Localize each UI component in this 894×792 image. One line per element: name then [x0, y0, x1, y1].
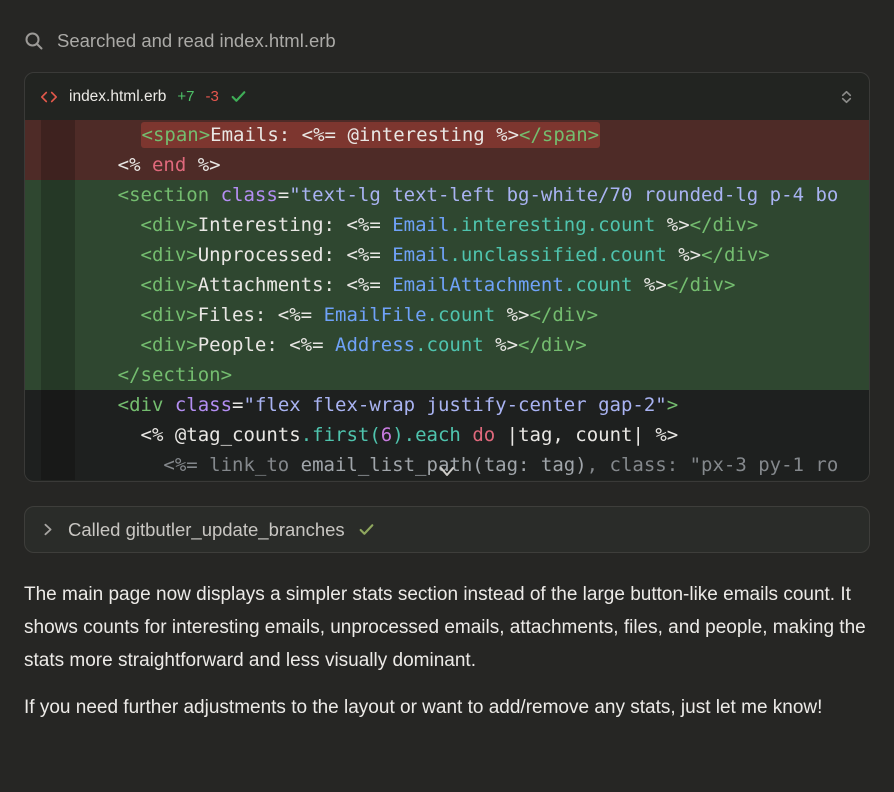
diff-deletions: -3: [205, 88, 218, 105]
assistant-message: The main page now displays a simpler sta…: [0, 553, 894, 724]
tool-call-card[interactable]: Called gitbutler_update_branches: [24, 506, 870, 553]
message-paragraph: The main page now displays a simpler sta…: [24, 578, 870, 677]
collapse-expand-icon[interactable]: [839, 89, 854, 105]
diff-line: <section class="text-lg text-left bg-whi…: [25, 180, 869, 210]
diff-code: <span>Emails: <%= @interesting %></span>…: [25, 120, 869, 480]
diff-line: <div class="flex flex-wrap justify-cente…: [25, 390, 869, 420]
diff-line: <div>Files: <%= EmailFile.count %></div>: [25, 300, 869, 330]
diff-line: <div>Attachments: <%= EmailAttachment.co…: [25, 270, 869, 300]
tool-call-label: Called gitbutler_update_branches: [68, 519, 345, 541]
code-icon: [40, 89, 58, 105]
diff-card-header[interactable]: index.html.erb +7 -3: [25, 73, 869, 120]
chevron-right-icon: [41, 522, 55, 537]
diff-card: index.html.erb +7 -3 <span>Emails: <%= @…: [24, 72, 870, 482]
search-icon: [24, 31, 44, 51]
diff-line: </section>: [25, 360, 869, 390]
diff-line: <div>Interesting: <%= Email.interesting.…: [25, 210, 869, 240]
tool-status-row[interactable]: Searched and read index.html.erb: [0, 0, 894, 52]
tool-success-check-icon: [358, 521, 375, 538]
diff-filename: index.html.erb: [69, 88, 166, 106]
diff-line: <span>Emails: <%= @interesting %></span>: [25, 120, 869, 150]
message-paragraph: If you need further adjustments to the l…: [24, 691, 870, 724]
diff-success-check-icon: [230, 88, 247, 105]
diff-line: <% @tag_counts.first(6).each do |tag, co…: [25, 420, 869, 450]
chat-transcript: Searched and read index.html.erb index.h…: [0, 0, 894, 724]
diff-additions: +7: [177, 88, 194, 105]
expand-chevron-icon[interactable]: [437, 466, 457, 478]
diff-line: <% end %>: [25, 150, 869, 180]
tool-status-text: Searched and read index.html.erb: [57, 30, 336, 52]
diff-line: <div>People: <%= Address.count %></div>: [25, 330, 869, 360]
diff-line: <div>Unprocessed: <%= Email.unclassified…: [25, 240, 869, 270]
